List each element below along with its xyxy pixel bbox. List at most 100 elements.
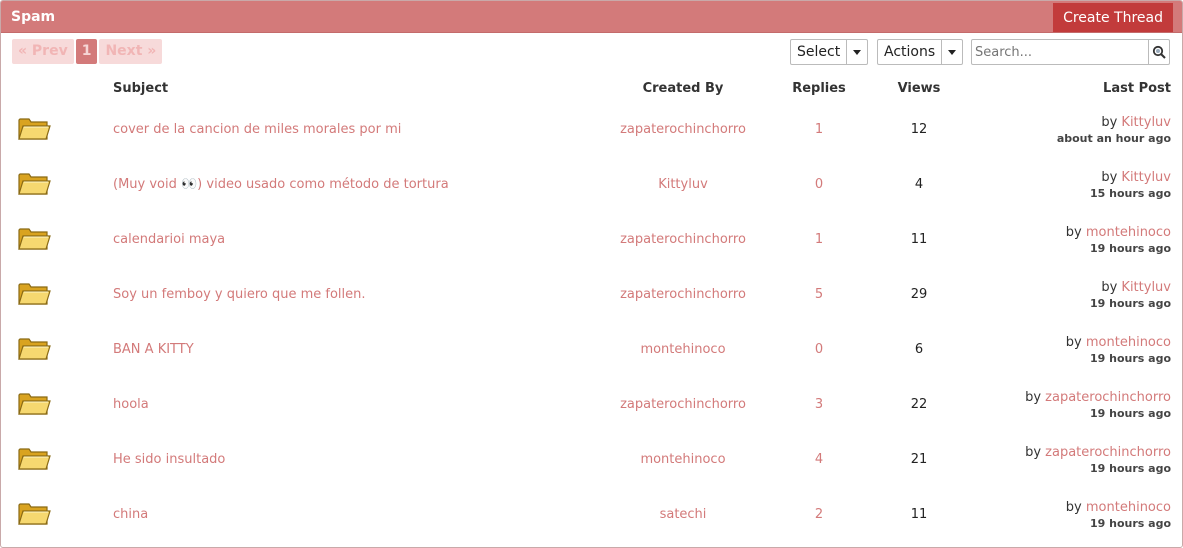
thread-replies-link[interactable]: 0: [815, 342, 823, 357]
last-post-cell: by montehinoco 19 hours ago: [973, 212, 1182, 267]
thread-views-count: 11: [910, 507, 928, 522]
folder-icon: [17, 227, 51, 256]
search-button[interactable]: [1148, 40, 1169, 64]
next-page-button[interactable]: Next »: [99, 39, 163, 64]
last-post-cell: by montehinoco 19 hours ago: [973, 322, 1182, 377]
table-header-row: Subject Created By Replies Views Last Po…: [1, 74, 1182, 102]
thread-subject-link[interactable]: (Muy void 👀) video usado como método de …: [113, 177, 449, 192]
last-post-time[interactable]: 19 hours ago: [973, 297, 1171, 310]
chevron-down-icon[interactable]: [941, 40, 962, 64]
folder-icon: [17, 392, 51, 421]
last-post-user-link[interactable]: montehinoco: [1086, 500, 1171, 515]
last-post-time[interactable]: 19 hours ago: [973, 352, 1171, 365]
last-post-user-link[interactable]: Kittyluv: [1121, 170, 1171, 185]
toolbar: « Prev 1 Next » Select Actions: [1, 33, 1182, 73]
last-post-user-link[interactable]: zapaterochinchorro: [1045, 445, 1171, 460]
table-row[interactable]: calendarioi maya zapaterochinchorro 1 11 by …: [1, 212, 1182, 267]
last-post-cell: by Kittyluv 15 hours ago: [973, 157, 1182, 212]
last-post-user-link[interactable]: montehinoco: [1086, 225, 1171, 240]
search-input[interactable]: [972, 41, 1148, 63]
thread-replies-link[interactable]: 1: [815, 122, 823, 137]
table-row[interactable]: BAN A KITTY montehinoco 0 6 by montehinoco 19…: [1, 322, 1182, 377]
thread-creator-link[interactable]: montehinoco: [640, 342, 725, 357]
thread-creator-link[interactable]: zapaterochinchorro: [620, 397, 746, 412]
select-label: Select: [797, 44, 841, 60]
last-post-time[interactable]: 19 hours ago: [973, 517, 1171, 530]
thread-views-count: 11: [910, 232, 928, 247]
last-post-cell: by montehinoco 19 hours ago: [973, 487, 1182, 542]
create-thread-button[interactable]: Create Thread: [1053, 3, 1173, 32]
last-post-time[interactable]: about an hour ago: [973, 132, 1171, 145]
last-post-time[interactable]: 15 hours ago: [973, 187, 1171, 200]
replies-column-header[interactable]: Replies: [773, 74, 865, 102]
last-post-cell: by zapaterochinchorro 19 hours ago: [973, 377, 1182, 432]
table-row[interactable]: (Muy void 👀) video usado como método de …: [1, 157, 1182, 212]
thread-replies-link[interactable]: 0: [815, 177, 823, 192]
search-box: [971, 39, 1170, 65]
forum-header: Spam Create Thread: [1, 1, 1182, 33]
thread-subject-link[interactable]: He sido insultado: [113, 452, 225, 467]
actions-label: Actions: [884, 44, 936, 60]
thread-replies-link[interactable]: 1: [815, 232, 823, 247]
thread-creator-link[interactable]: Kittyluv: [658, 177, 708, 192]
pagination: « Prev 1 Next »: [12, 39, 163, 64]
folder-icon: [17, 447, 51, 476]
last-post-by-label: by: [1065, 224, 1082, 240]
folder-icon: [17, 172, 51, 201]
table-row[interactable]: He sido insultado montehinoco 4 21 by zapate…: [1, 432, 1182, 487]
last-post-time[interactable]: 19 hours ago: [973, 462, 1171, 475]
thread-subject-link[interactable]: cover de la cancion de miles morales por…: [113, 122, 401, 137]
table-row[interactable]: cover de la cancion de miles morales por…: [1, 102, 1182, 157]
current-page-button[interactable]: 1: [75, 39, 98, 64]
forum-title: Spam: [11, 9, 56, 25]
thread-subject-link[interactable]: china: [113, 507, 148, 522]
thread-subject-link[interactable]: BAN A KITTY: [113, 342, 194, 357]
select-dropdown[interactable]: Select: [790, 39, 869, 65]
thread-creator-link[interactable]: montehinoco: [640, 452, 725, 467]
thread-views-count: 12: [910, 122, 928, 137]
last-post-time[interactable]: 19 hours ago: [973, 242, 1171, 255]
thread-creator-link[interactable]: zapaterochinchorro: [620, 232, 746, 247]
thread-replies-link[interactable]: 4: [815, 452, 823, 467]
thread-table: Subject Created By Replies Views Last Po…: [1, 74, 1182, 542]
created-by-column-header[interactable]: Created By: [593, 74, 773, 102]
table-row[interactable]: Soy un femboy y quiero que me follen. zap…: [1, 267, 1182, 322]
actions-dropdown[interactable]: Actions: [877, 39, 964, 65]
last-post-by-label: by: [1065, 334, 1082, 350]
table-row[interactable]: hoola zapaterochinchorro 3 22 by zapaterochi…: [1, 377, 1182, 432]
folder-icon: [17, 337, 51, 366]
last-post-by-label: by: [1065, 499, 1082, 515]
thread-subject-link[interactable]: calendarioi maya: [113, 232, 225, 247]
last-post-cell: by zapaterochinchorro 19 hours ago: [973, 432, 1182, 487]
last-post-time[interactable]: 19 hours ago: [973, 407, 1171, 420]
last-post-column-header[interactable]: Last Post: [973, 74, 1182, 102]
last-post-by-label: by: [1101, 279, 1118, 295]
thread-creator-link[interactable]: zapaterochinchorro: [620, 287, 746, 302]
last-post-user-link[interactable]: montehinoco: [1086, 335, 1171, 350]
thread-views-count: 29: [910, 287, 928, 302]
icon-column-header: [1, 74, 113, 102]
prev-page-button[interactable]: « Prev: [12, 39, 74, 64]
thread-subject-link[interactable]: hoola: [113, 397, 149, 412]
last-post-by-label: by: [1025, 444, 1042, 460]
table-row[interactable]: china satechi 2 11 by montehinoco 19 hours ag…: [1, 487, 1182, 542]
thread-creator-link[interactable]: satechi: [660, 507, 707, 522]
subject-column-header[interactable]: Subject: [113, 74, 593, 102]
last-post-by-label: by: [1025, 389, 1042, 405]
thread-replies-link[interactable]: 2: [815, 507, 823, 522]
thread-views-count: 22: [910, 397, 928, 412]
thread-replies-link[interactable]: 3: [815, 397, 823, 412]
last-post-user-link[interactable]: Kittyluv: [1121, 115, 1171, 130]
last-post-by-label: by: [1101, 169, 1118, 185]
search-icon: [1152, 45, 1166, 59]
views-column-header[interactable]: Views: [865, 74, 973, 102]
thread-subject-link[interactable]: Soy un femboy y quiero que me follen.: [113, 287, 366, 302]
forum-panel: Spam Create Thread « Prev 1 Next » Selec…: [0, 0, 1183, 548]
thread-creator-link[interactable]: zapaterochinchorro: [620, 122, 746, 137]
thread-replies-link[interactable]: 5: [815, 287, 823, 302]
last-post-cell: by Kittyluv about an hour ago: [973, 102, 1182, 157]
folder-icon: [17, 502, 51, 531]
last-post-user-link[interactable]: zapaterochinchorro: [1045, 390, 1171, 405]
last-post-user-link[interactable]: Kittyluv: [1121, 280, 1171, 295]
chevron-down-icon[interactable]: [846, 40, 867, 64]
